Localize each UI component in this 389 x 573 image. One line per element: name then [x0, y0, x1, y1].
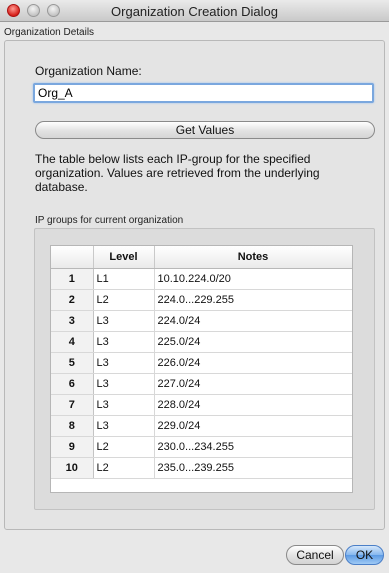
level-cell[interactable]: L3 — [93, 415, 155, 437]
notes-cell[interactable]: 235.0...239.255 — [154, 457, 352, 479]
row-number-cell: 4 — [51, 331, 94, 353]
level-cell[interactable]: L2 — [93, 457, 155, 479]
ip-groups-table-container[interactable]: Level Notes 1 L1 10.10.224.0/20 2 L2 224.0...… — [50, 245, 353, 493]
table-row[interactable]: 9 L2 230.0...234.255 — [51, 436, 352, 458]
table-row[interactable]: 8 L3 229.0/24 — [51, 415, 352, 437]
organization-name-input[interactable] — [33, 83, 374, 103]
window-title: Organization Creation Dialog — [111, 4, 278, 19]
row-number-cell: 7 — [51, 394, 94, 416]
ip-groups-label: IP groups for current organization — [35, 215, 184, 226]
table-header-row: Level Notes — [51, 246, 352, 269]
notes-cell[interactable]: 226.0/24 — [154, 352, 352, 374]
notes-cell[interactable]: 227.0/24 — [154, 373, 352, 395]
table-row[interactable]: 4 L3 225.0/24 — [51, 331, 352, 353]
notes-cell[interactable]: 225.0/24 — [154, 331, 352, 353]
row-number-cell: 1 — [51, 268, 94, 290]
get-values-button[interactable]: Get Values — [35, 121, 375, 139]
table-row[interactable]: 10 L2 235.0...239.255 — [51, 457, 352, 479]
level-cell[interactable]: L3 — [93, 331, 155, 353]
level-cell[interactable]: L3 — [93, 310, 155, 332]
level-cell[interactable]: L3 — [93, 373, 155, 395]
notes-cell[interactable]: 224.0...229.255 — [154, 289, 352, 311]
table-row[interactable]: 6 L3 227.0/24 — [51, 373, 352, 395]
row-number-cell: 2 — [51, 289, 94, 311]
level-cell[interactable]: L1 — [93, 268, 155, 290]
notes-cell[interactable]: 224.0/24 — [154, 310, 352, 332]
table-row[interactable]: 2 L2 224.0...229.255 — [51, 289, 352, 311]
ip-groups-table[interactable]: Level Notes 1 L1 10.10.224.0/20 2 L2 224.0...… — [51, 246, 352, 479]
notes-cell[interactable]: 230.0...234.255 — [154, 436, 352, 458]
organization-name-label: Organization Name: — [35, 64, 142, 78]
row-number-cell: 5 — [51, 352, 94, 374]
row-number-cell: 10 — [51, 457, 94, 479]
level-cell[interactable]: L2 — [93, 436, 155, 458]
notes-cell[interactable]: 10.10.224.0/20 — [154, 268, 352, 290]
row-number-cell: 9 — [51, 436, 94, 458]
notes-cell[interactable]: 229.0/24 — [154, 415, 352, 437]
dialog-window: Organization Creation Dialog Organizatio… — [0, 0, 389, 573]
level-column-header[interactable]: Level — [93, 246, 155, 269]
level-cell[interactable]: L3 — [93, 394, 155, 416]
section-label: Organization Details — [4, 27, 95, 38]
ok-button[interactable]: OK — [345, 545, 384, 565]
row-number-cell: 3 — [51, 310, 94, 332]
notes-column-header[interactable]: Notes — [154, 246, 352, 269]
row-number-header[interactable] — [51, 246, 94, 269]
row-number-cell: 8 — [51, 415, 94, 437]
cancel-button[interactable]: Cancel — [286, 545, 344, 565]
table-row[interactable]: 3 L3 224.0/24 — [51, 310, 352, 332]
notes-cell[interactable]: 228.0/24 — [154, 394, 352, 416]
title-bar[interactable]: Organization Creation Dialog — [0, 0, 389, 22]
row-number-cell: 6 — [51, 373, 94, 395]
table-row[interactable]: 5 L3 226.0/24 — [51, 352, 352, 374]
level-cell[interactable]: L2 — [93, 289, 155, 311]
table-description: The table below lists each IP-group for … — [35, 152, 320, 194]
table-row[interactable]: 1 L1 10.10.224.0/20 — [51, 268, 352, 290]
table-row[interactable]: 7 L3 228.0/24 — [51, 394, 352, 416]
level-cell[interactable]: L3 — [93, 352, 155, 374]
